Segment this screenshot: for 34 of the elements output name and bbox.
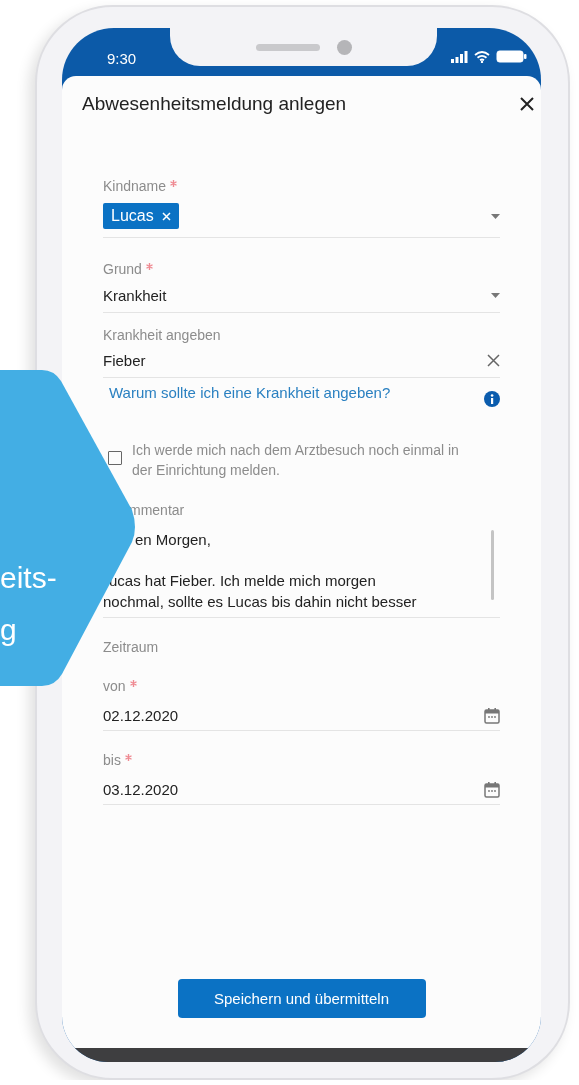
select-field[interactable]: Lucas — [103, 195, 500, 238]
speaker-grille — [255, 43, 320, 51]
status-time: 9:30 — [107, 50, 138, 67]
info-icon[interactable] — [484, 391, 500, 407]
clear-icon[interactable] — [487, 354, 500, 367]
calendar-icon[interactable] — [484, 707, 500, 724]
date-field[interactable]: 02.12.2020 — [103, 695, 500, 731]
field-label: von — [103, 678, 126, 694]
field-label: Krankheit angeben — [103, 327, 221, 343]
field-label: bis — [103, 752, 121, 768]
select-field[interactable]: Krankheit — [103, 278, 500, 313]
caret-icon — [491, 213, 500, 219]
scrollbar-thumb[interactable] — [491, 530, 494, 600]
dialog-title: Abwesenheitsmeldung anlegen — [82, 93, 347, 115]
submit-button[interactable]: Speichern und übermitteln — [177, 979, 426, 1018]
field-label: Kindname — [103, 178, 167, 194]
badge-text: eits- — [0, 561, 57, 595]
checkbox-label: Ich werde mich nach dem Arztbesuch noch einmal in der Einrichtung melden. — [132, 441, 460, 480]
section-label: Zeitraum — [103, 639, 160, 657]
wifi-icon — [474, 50, 490, 63]
calendar-icon[interactable] — [484, 781, 500, 798]
remove-icon[interactable] — [161, 211, 171, 221]
checkbox[interactable] — [108, 451, 122, 465]
date-field[interactable]: 03.12.2020 — [103, 769, 500, 805]
battery-icon — [496, 50, 527, 63]
caret-icon — [491, 292, 500, 298]
camera-dot — [336, 39, 352, 55]
badge-text: g — [0, 613, 17, 647]
text-field[interactable]: Fieber — [103, 344, 500, 378]
name-chip[interactable]: Lucas — [103, 203, 179, 229]
field-label: Grund — [103, 261, 142, 277]
signal-icon — [451, 50, 468, 63]
help-link[interactable]: Warum sollte ich eine Krankheit angeben? — [109, 384, 391, 401]
close-icon[interactable] — [520, 97, 534, 111]
